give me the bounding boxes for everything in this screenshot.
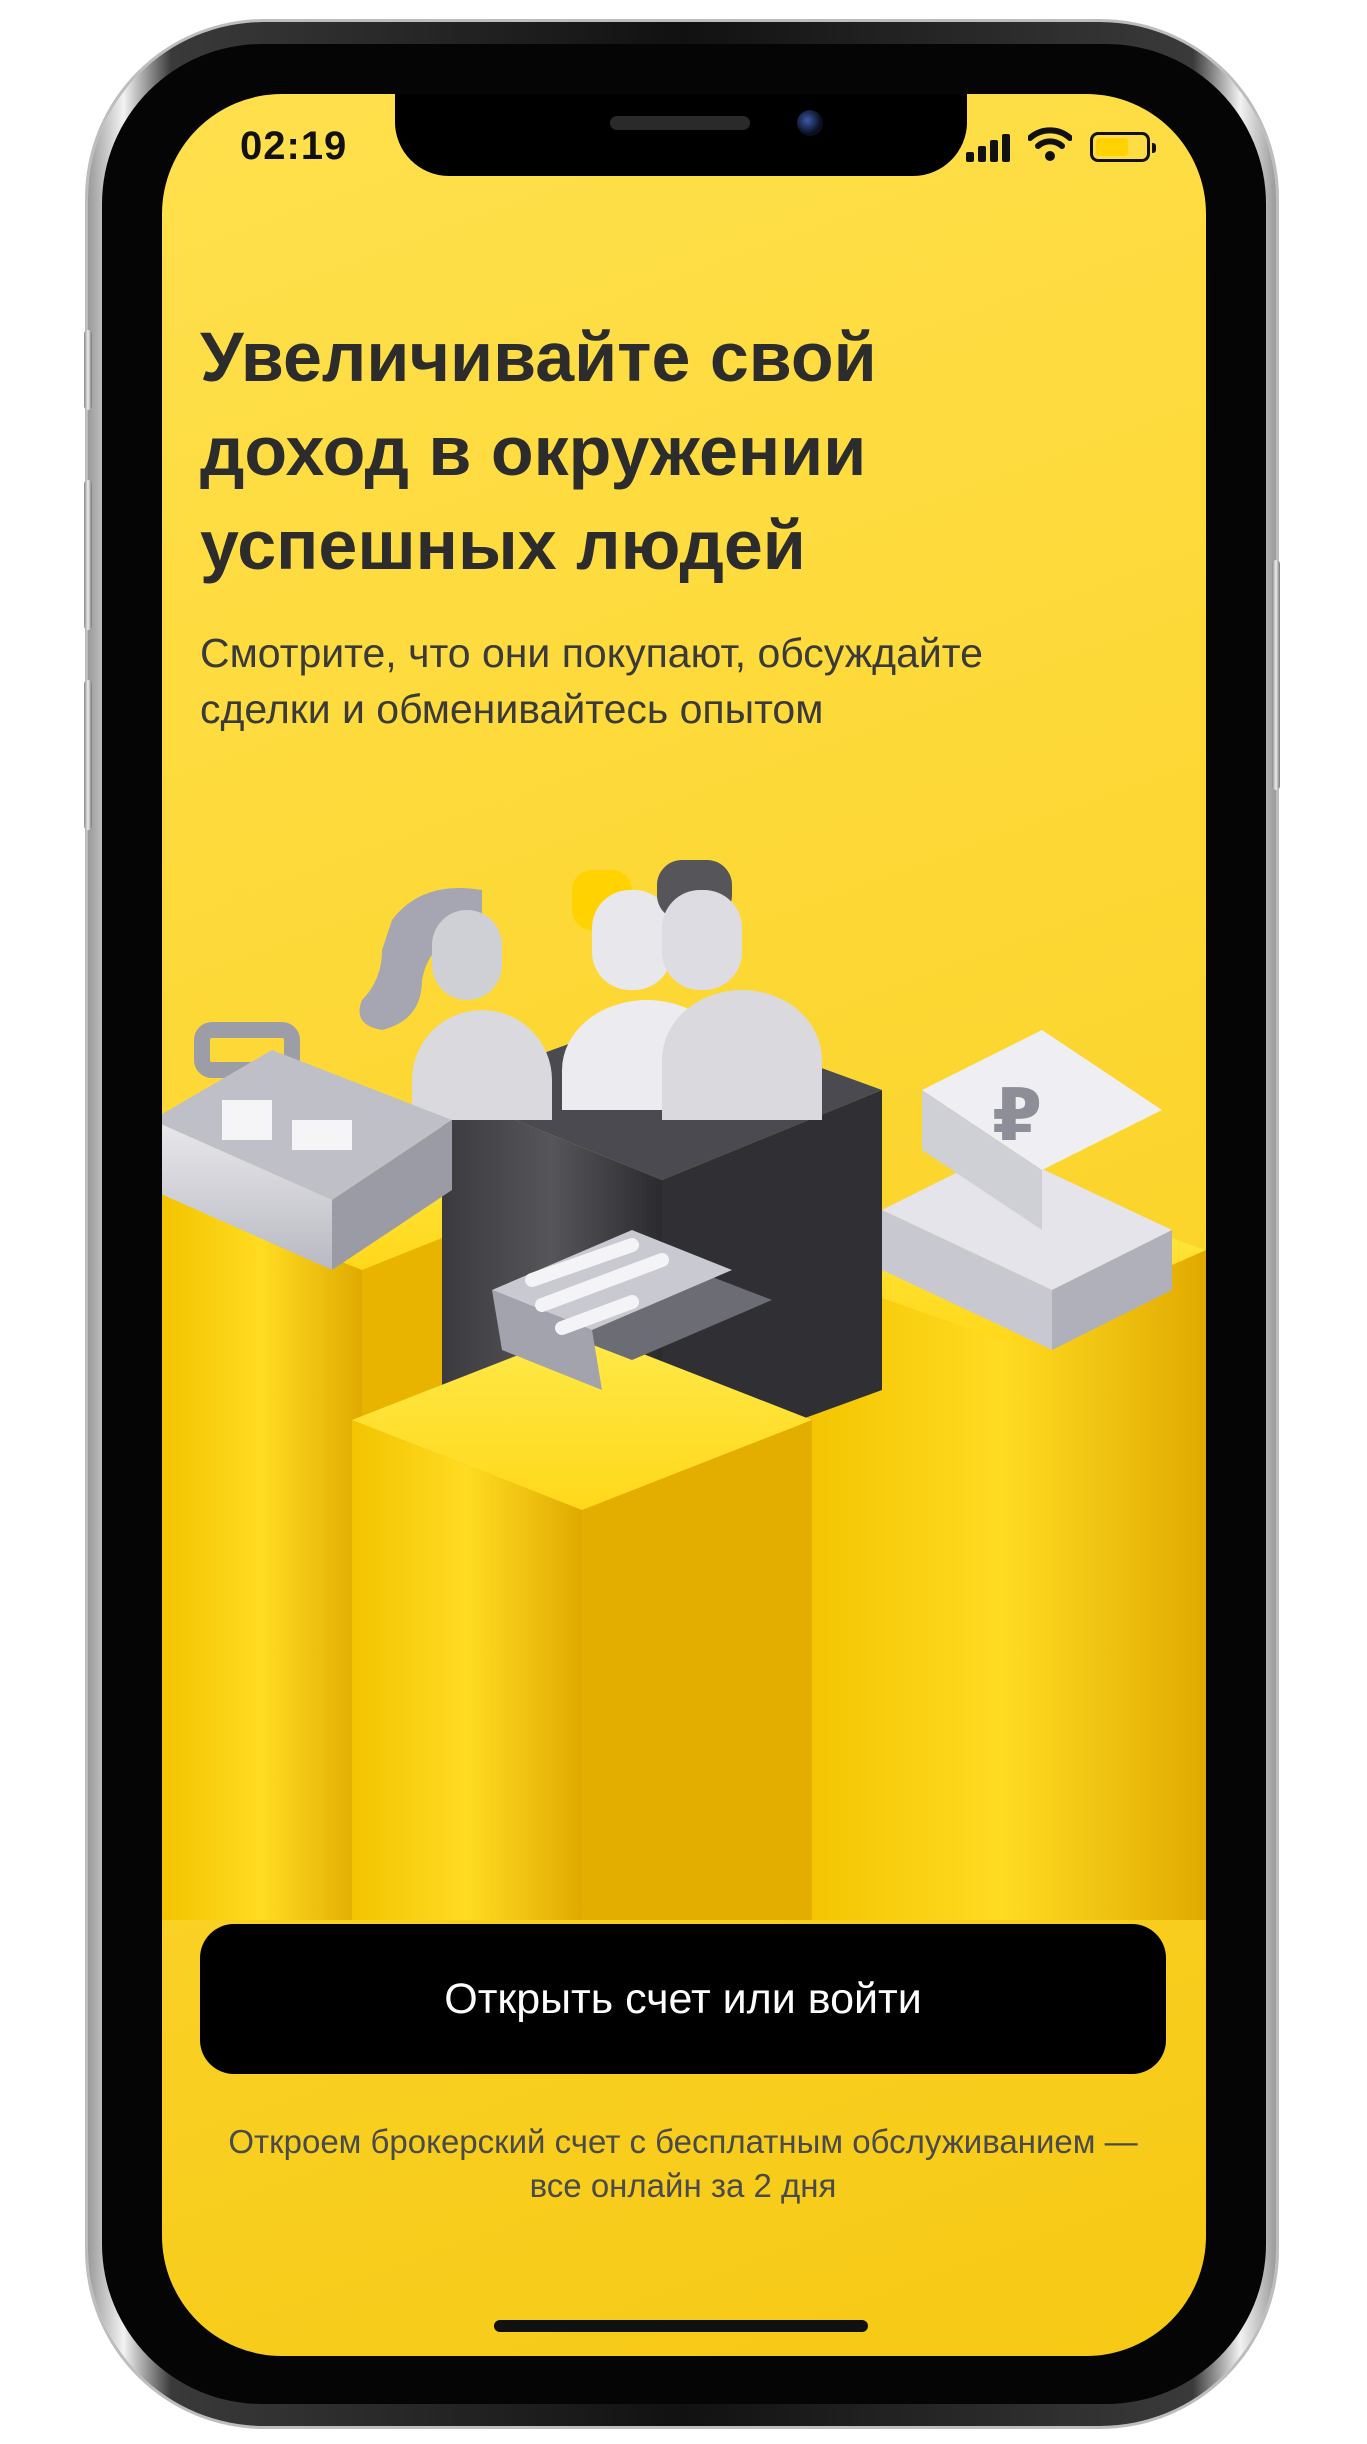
cellular-signal-icon [966,132,1012,162]
people-icon [359,860,822,1120]
earpiece-speaker [610,116,750,130]
wifi-icon [1028,127,1072,161]
mute-switch [84,330,92,410]
screen-notch [395,94,967,176]
status-time: 02:19 [240,124,348,168]
volume-down-button [84,680,92,830]
onboarding-subtitle: Смотрите, что они покупают, обсуждайте с… [200,630,983,732]
pedestal-front [352,1330,812,1920]
open-account-or-login-button[interactable]: Открыть счет или войти [200,1924,1166,2074]
onboarding-headline: Увеличивайте свой доход в окружении успе… [200,318,877,584]
front-camera [797,110,823,136]
power-button [1272,560,1280,790]
svg-text:₽: ₽ [992,1073,1042,1157]
onboarding-footnote: Откроем брокерский счет с бесплатным обс… [228,2123,1138,2204]
battery-icon [1090,132,1156,162]
home-indicator[interactable] [494,2320,868,2332]
community-illustration: ₽ [162,860,1206,1920]
volume-up-button [84,480,92,630]
